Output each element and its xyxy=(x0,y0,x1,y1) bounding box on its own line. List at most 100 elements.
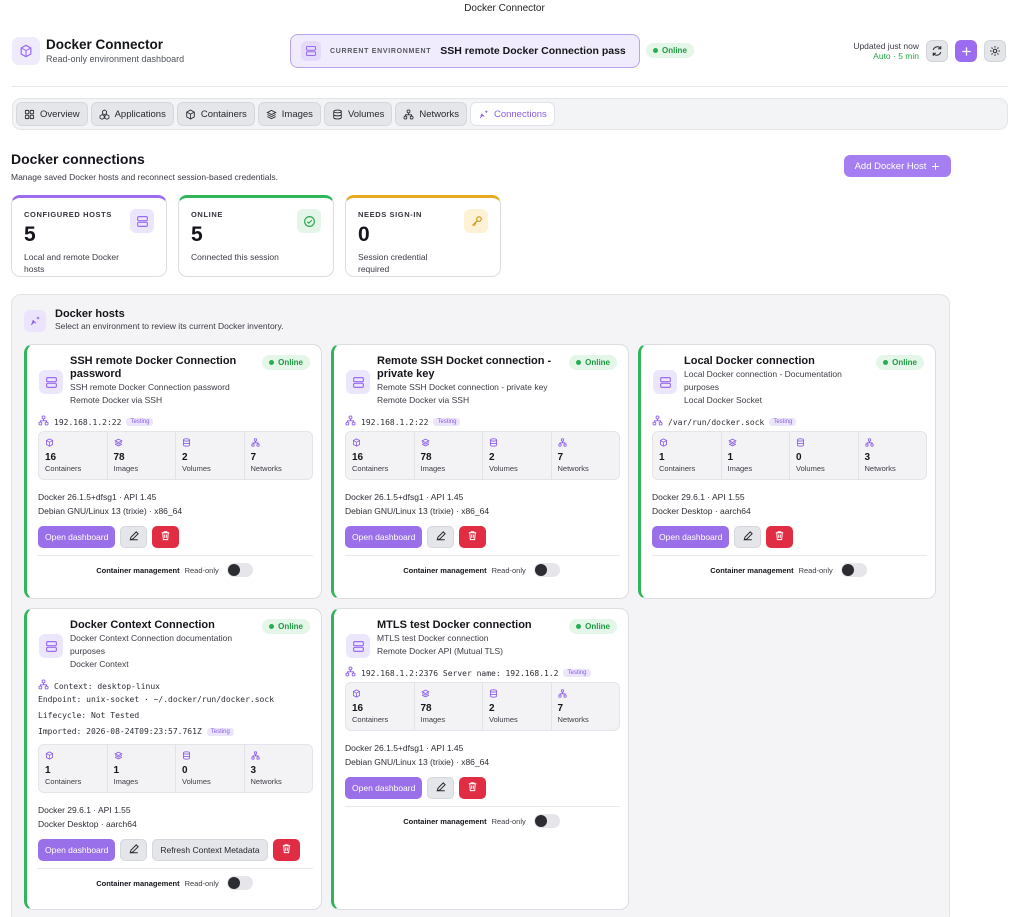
edit-button[interactable] xyxy=(734,526,762,548)
container-management-toggle[interactable] xyxy=(226,563,253,577)
management-label: Container management xyxy=(403,565,487,575)
server-icon xyxy=(301,41,321,61)
tab-containers[interactable]: Containers xyxy=(176,102,255,126)
network-icon xyxy=(345,415,356,429)
pencil-icon xyxy=(742,530,754,545)
add-docker-host-button[interactable]: Add Docker Host xyxy=(844,155,951,177)
trash-icon xyxy=(467,781,478,795)
key-icon xyxy=(464,209,488,233)
delete-button[interactable] xyxy=(272,839,300,861)
box-icon xyxy=(352,438,361,450)
layers-icon xyxy=(727,438,737,450)
card-divider xyxy=(652,555,927,556)
layers-icon xyxy=(420,438,430,450)
docker-version: Docker 26.1.5+dfsg1 · API 1.45 xyxy=(38,492,157,502)
pencil-icon xyxy=(435,781,447,796)
tab-connections[interactable]: Connections xyxy=(469,102,555,126)
container-management-row: Container management Read-only xyxy=(641,563,936,577)
open-dashboard-button[interactable]: Open dashboard xyxy=(345,526,423,548)
host-title: SSH remote Docker Connection password xyxy=(70,355,237,380)
sparkle-plug-icon xyxy=(479,109,488,118)
inventory-stats: 16 Containers 78 Images 2 Volumes 7 Networks xyxy=(38,431,313,480)
main-tabs: Overview Applications Containers Images … xyxy=(12,98,1008,130)
grid-icon xyxy=(24,109,35,119)
container-management-toggle[interactable] xyxy=(840,563,867,577)
edit-button[interactable] xyxy=(120,526,148,548)
management-label: Container management xyxy=(710,565,794,575)
host-card[interactable]: Local Docker connection Local Docker con… xyxy=(638,344,936,599)
tab-overview[interactable]: Overview xyxy=(16,102,88,126)
host-type: Remote Docker via SSH xyxy=(70,395,163,405)
trash-icon xyxy=(467,530,478,544)
host-card[interactable]: Docker Context Connection Docker Context… xyxy=(24,608,322,910)
delete-button[interactable] xyxy=(459,777,487,799)
network-icon xyxy=(403,109,414,119)
open-dashboard-button[interactable]: Open dashboard xyxy=(345,777,423,799)
delete-button[interactable] xyxy=(152,526,180,548)
environment-status-badge: Online xyxy=(646,43,694,58)
network-icon xyxy=(345,666,356,680)
refresh-button[interactable] xyxy=(926,40,948,62)
update-status: Updated just now Auto · 5 min xyxy=(853,41,919,61)
settings-button[interactable] xyxy=(984,40,1006,62)
containers-stat: 1 Containers xyxy=(39,745,108,792)
endpoint-detail: Endpoint: unix-socket · ~/.docker/run/do… xyxy=(38,695,275,704)
container-management-toggle[interactable] xyxy=(226,876,253,890)
online-badge: Online xyxy=(262,619,310,634)
delete-button[interactable] xyxy=(766,526,794,548)
endpoint-row: Context: desktop-linux xyxy=(38,679,160,693)
containers-stat: 16 Containers xyxy=(39,432,108,479)
add-button[interactable] xyxy=(955,40,977,62)
endpoint-address: /var/run/docker.sock xyxy=(668,417,765,427)
containers-stat: 16 Containers xyxy=(346,432,415,479)
networks-stat: 7 Networks xyxy=(552,432,620,479)
online-badge: Online xyxy=(876,355,924,370)
stat-card-online: ONLINE 5 Connected this session xyxy=(178,195,334,277)
database-icon xyxy=(489,438,498,450)
host-title: Local Docker connection xyxy=(684,355,815,367)
endpoint-address: 192.168.1.2:2376 Server name: 192.168.1.… xyxy=(361,668,559,678)
card-actions: Open dashboard xyxy=(652,526,794,548)
environment-label: CURRENT ENVIRONMENT xyxy=(330,47,432,55)
tab-volumes[interactable]: Volumes xyxy=(323,102,393,126)
host-type: Remote Docker via SSH xyxy=(377,395,470,405)
current-environment-selector[interactable]: CURRENT ENVIRONMENT SSH remote Docker Co… xyxy=(290,34,640,68)
database-icon xyxy=(182,751,191,763)
network-icon xyxy=(864,438,874,450)
host-card[interactable]: Remote SSH Docket connection - private k… xyxy=(331,344,629,599)
tab-images[interactable]: Images xyxy=(257,102,321,126)
host-card[interactable]: SSH remote Docker Connection password SS… xyxy=(24,344,322,599)
edit-button[interactable] xyxy=(427,526,455,548)
tab-networks[interactable]: Networks xyxy=(395,102,467,126)
open-dashboard-button[interactable]: Open dashboard xyxy=(38,526,116,548)
read-only-label: Read-only xyxy=(798,565,833,575)
hosts-panel-title: Docker hosts xyxy=(55,308,125,320)
network-icon xyxy=(250,751,260,763)
card-divider xyxy=(345,555,620,556)
database-icon xyxy=(333,109,342,119)
host-description: SSH remote Docker Connection password xyxy=(70,382,230,392)
container-management-row: Container management Read-only xyxy=(27,563,322,577)
card-divider xyxy=(345,806,620,807)
stat-card-configured-hosts: CONFIGURED HOSTS 5 Local and remote Dock… xyxy=(11,195,167,277)
container-management-toggle[interactable] xyxy=(533,814,560,828)
container-management-toggle[interactable] xyxy=(533,563,560,577)
window-title: Docker Connector xyxy=(464,3,545,14)
open-dashboard-button[interactable]: Open dashboard xyxy=(38,839,116,861)
server-icon xyxy=(39,634,63,658)
inventory-stats: 1 Containers 1 Images 0 Volumes 3 Networks xyxy=(652,431,927,480)
refresh-context-metadata-button[interactable]: Refresh Context Metadata xyxy=(152,839,268,861)
images-stat: 78 Images xyxy=(415,432,483,479)
inventory-stats: 1 Containers 1 Images 0 Volumes 3 Networks xyxy=(38,744,313,793)
server-icon xyxy=(346,370,370,394)
database-icon xyxy=(489,689,498,701)
delete-button[interactable] xyxy=(459,526,487,548)
host-title: Docker Context Connection xyxy=(70,619,215,631)
tab-applications[interactable]: Applications xyxy=(90,102,174,126)
host-description: MTLS test Docker connection xyxy=(377,633,489,643)
edit-button[interactable] xyxy=(427,777,455,799)
open-dashboard-button[interactable]: Open dashboard xyxy=(652,526,730,548)
edit-button[interactable] xyxy=(120,839,148,861)
box-icon xyxy=(659,438,668,450)
host-card[interactable]: MTLS test Docker connection MTLS test Do… xyxy=(331,608,629,910)
